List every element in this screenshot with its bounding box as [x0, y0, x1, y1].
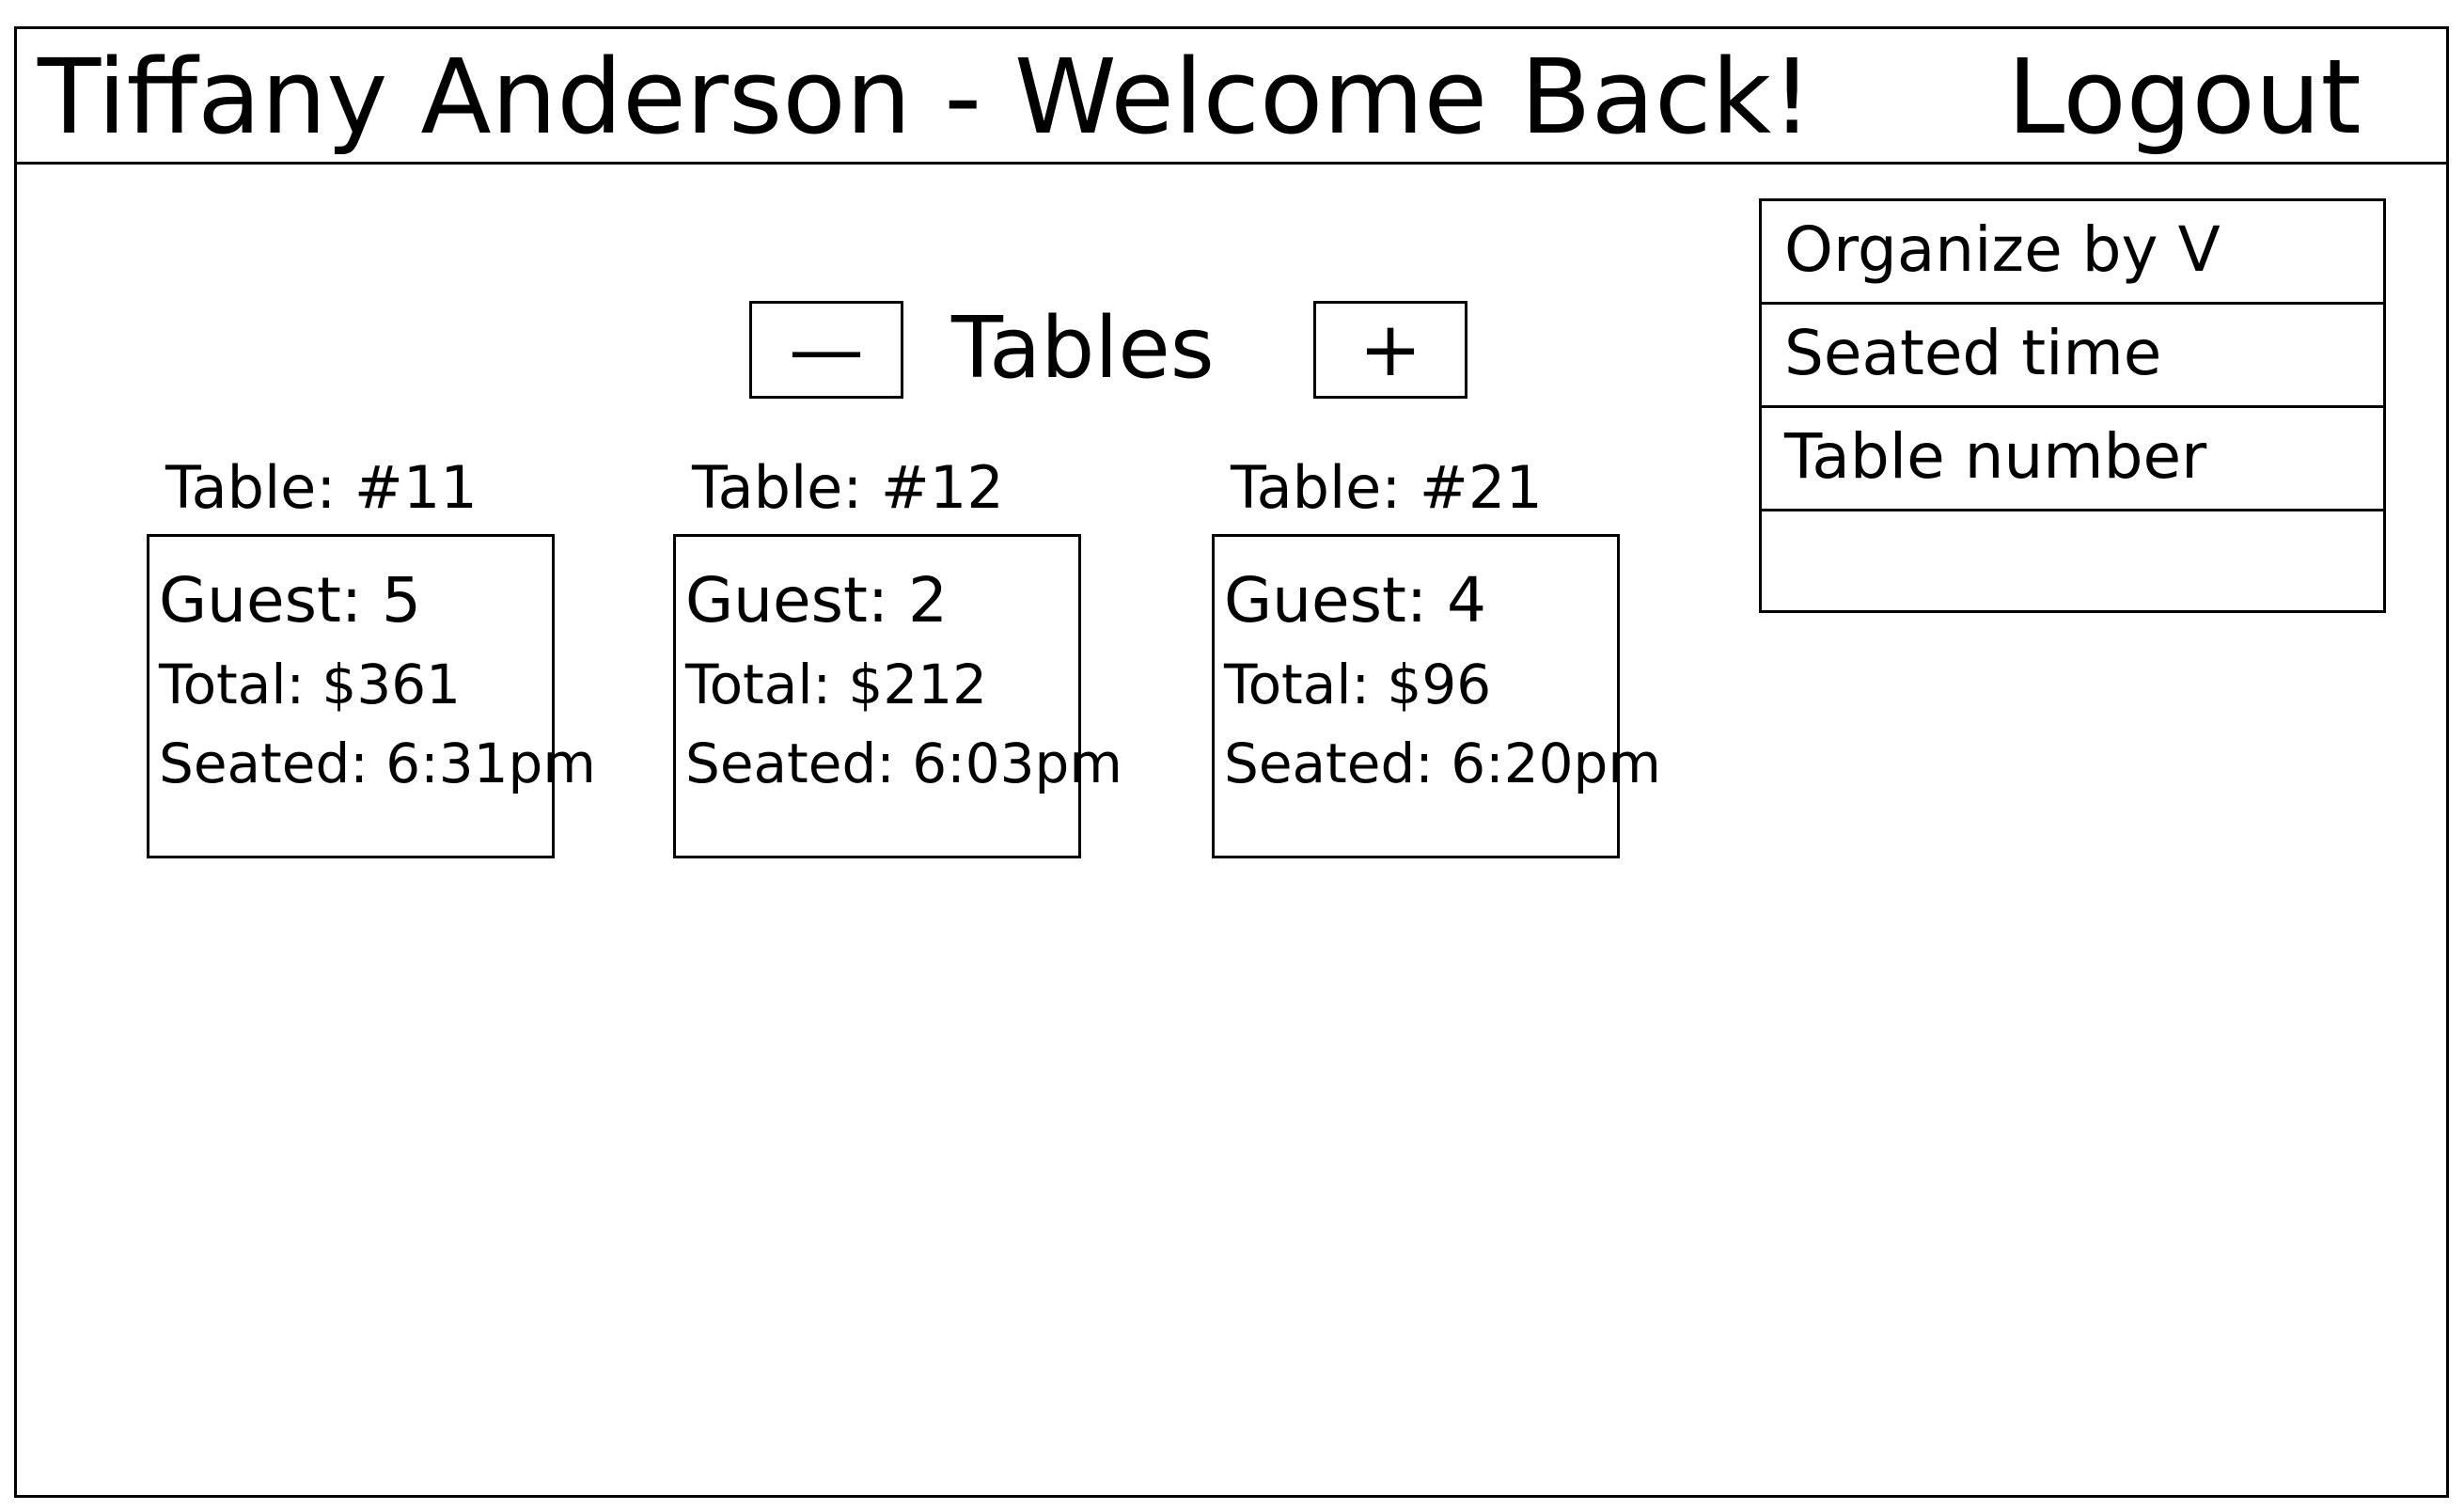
remove-table-button[interactable]: — [749, 301, 903, 399]
table-title: Table: #11 [165, 453, 478, 522]
table-guest-count: Guest: 5 [159, 564, 422, 637]
table-seated-time: Seated: 6:03pm [685, 731, 1122, 795]
table-card-21[interactable]: Table: #21 Guest: 4 Total: $96 Seated: 6… [1212, 453, 1661, 858]
table-card-12[interactable]: Table: #12 Guest: 2 Total: $212 Seated: … [673, 453, 1122, 858]
sort-option-empty[interactable] [1762, 511, 2383, 615]
table-total: Total: $212 [685, 653, 988, 716]
table-total: Total: $96 [1224, 653, 1492, 716]
organize-by-dropdown-header[interactable]: Organize by V [1762, 201, 2383, 305]
table-box[interactable]: Guest: 2 Total: $212 Seated: 6:03pm [673, 534, 1122, 858]
table-total: Total: $361 [159, 653, 462, 716]
organize-dropdown: Organize by V Seated time Table number [1759, 198, 2386, 613]
table-seated-time: Seated: 6:20pm [1224, 731, 1661, 795]
table-guest-count: Guest: 4 [1224, 564, 1487, 637]
sort-option-table-number[interactable]: Table number [1762, 408, 2383, 511]
header-divider [14, 162, 2449, 165]
table-guest-count: Guest: 2 [685, 564, 949, 637]
table-box[interactable]: Guest: 5 Total: $361 Seated: 6:31pm [147, 534, 596, 858]
welcome-title: Tiffany Anderson - Welcome Back! [38, 37, 1813, 157]
table-seated-time: Seated: 6:31pm [159, 731, 596, 795]
sort-option-seated-time[interactable]: Seated time [1762, 305, 2383, 408]
table-title: Table: #12 [692, 453, 1004, 522]
table-card-11[interactable]: Table: #11 Guest: 5 Total: $361 Seated: … [147, 453, 596, 858]
table-title: Table: #21 [1231, 453, 1543, 522]
add-table-button[interactable]: + [1313, 301, 1467, 399]
table-box[interactable]: Guest: 4 Total: $96 Seated: 6:20pm [1212, 534, 1661, 858]
tables-label: Tables [951, 299, 1215, 398]
logout-button[interactable]: Logout [2007, 45, 2362, 149]
